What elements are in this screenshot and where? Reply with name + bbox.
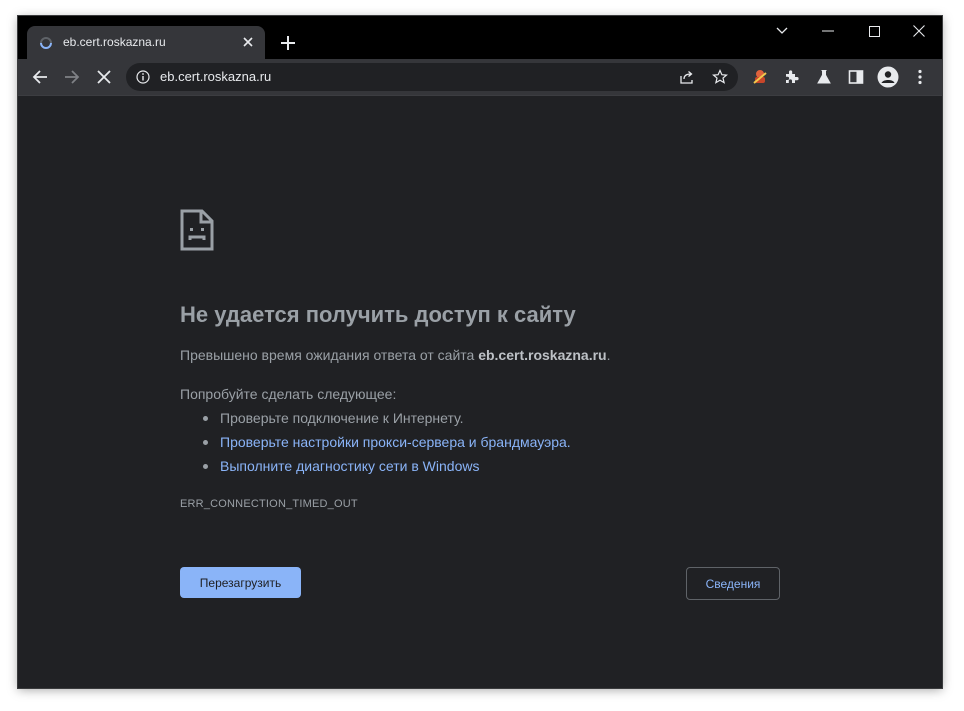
- browser-window: eb.cert.roskazna.ru eb.cert.roskazna.ru …: [18, 16, 942, 688]
- profile-avatar-icon: [877, 66, 899, 88]
- suggestions-heading: Попробуйте сделать следующее:: [180, 386, 397, 402]
- tab-search-chevron-icon: [776, 27, 788, 34]
- maximize-icon: [868, 25, 880, 37]
- stop-button[interactable]: [92, 65, 116, 89]
- back-button[interactable]: [28, 65, 52, 89]
- extension-icon: [753, 70, 767, 84]
- minimize-button[interactable]: [805, 16, 851, 46]
- maximize-button[interactable]: [851, 16, 897, 46]
- address-bar[interactable]: eb.cert.roskazna.ru: [126, 63, 738, 91]
- suggestions-list: Проверьте подключение к Интернету. Прове…: [180, 406, 571, 478]
- forward-arrow-icon: [65, 70, 80, 84]
- tab-title: eb.cert.roskazna.ru: [63, 35, 166, 49]
- labs-button[interactable]: [812, 65, 836, 89]
- error-description-end: .: [606, 347, 611, 363]
- side-panel-icon: [848, 70, 864, 84]
- error-host: eb.cert.roskazna.ru: [478, 347, 607, 363]
- back-arrow-icon: [32, 70, 47, 84]
- puzzle-icon: [786, 70, 799, 83]
- error-description: Превышено время ожидания ответа от сайта…: [180, 347, 610, 363]
- stop-loading-icon: [97, 70, 111, 84]
- forward-button[interactable]: [60, 65, 84, 89]
- bookmark-star-icon[interactable]: [712, 69, 728, 85]
- error-title: Не удается получить доступ к сайту: [180, 302, 576, 327]
- toolbar: eb.cert.roskazna.ru: [18, 59, 942, 95]
- active-tab[interactable]: eb.cert.roskazna.ru: [27, 26, 265, 59]
- suggestion-check-connection: Проверьте подключение к Интернету.: [180, 406, 571, 430]
- error-page: Не удается получить доступ к сайту Превы…: [18, 96, 942, 688]
- error-description-text: Превышено время ожидания ответа от сайта: [180, 347, 479, 363]
- error-code: ERR_CONNECTION_TIMED_OUT: [180, 498, 358, 510]
- reload-button[interactable]: Перезагрузить: [180, 567, 301, 598]
- tab-search-button[interactable]: [759, 16, 805, 46]
- title-bar: eb.cert.roskazna.ru: [18, 16, 942, 59]
- profile-button[interactable]: [876, 65, 900, 89]
- share-icon[interactable]: [679, 69, 695, 85]
- side-panel-button[interactable]: [844, 65, 868, 89]
- loading-spinner-icon: [40, 37, 52, 49]
- details-button[interactable]: Сведения: [686, 567, 780, 600]
- sad-page-icon: [180, 209, 214, 251]
- extension-button[interactable]: [748, 65, 772, 89]
- close-window-icon: [913, 25, 925, 37]
- new-tab-icon[interactable]: [277, 32, 299, 54]
- labs-flask-icon: [817, 70, 831, 84]
- address-url[interactable]: eb.cert.roskazna.ru: [160, 69, 271, 84]
- menu-kebab-icon: [918, 69, 922, 85]
- suggestion-proxy-firewall-link[interactable]: Проверьте настройки прокси-сервера и бра…: [180, 430, 571, 454]
- suggestion-network-diagnostics-link[interactable]: Выполните диагностику сети в Windows: [180, 454, 571, 478]
- close-tab-icon[interactable]: [241, 35, 255, 49]
- extensions-menu-button[interactable]: [780, 65, 804, 89]
- close-window-button[interactable]: [896, 16, 942, 46]
- site-info-icon[interactable]: [136, 70, 150, 84]
- menu-button[interactable]: [908, 65, 932, 89]
- minimize-icon: [822, 30, 834, 32]
